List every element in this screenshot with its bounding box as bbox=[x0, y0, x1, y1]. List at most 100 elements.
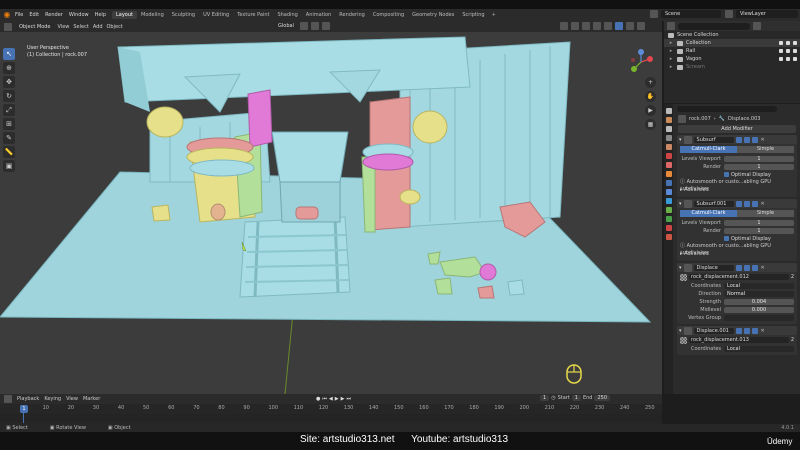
jump-start-icon[interactable]: ⏮ bbox=[322, 396, 327, 402]
render-toggle-icon[interactable] bbox=[751, 136, 758, 143]
mode-dropdown[interactable]: Object Mode bbox=[16, 22, 54, 31]
coordinates-dropdown[interactable]: Local bbox=[724, 282, 794, 289]
collapse-arrow-icon[interactable]: ▾ bbox=[679, 201, 682, 207]
zoom-icon[interactable]: + bbox=[645, 77, 656, 88]
filter-icon[interactable] bbox=[753, 22, 761, 30]
blender-logo-icon[interactable]: ◉ bbox=[2, 10, 12, 20]
properties-search-input[interactable] bbox=[677, 106, 777, 112]
render-levels-field[interactable]: 1 bbox=[724, 227, 794, 234]
camera-view-icon[interactable]: ▶ bbox=[645, 105, 656, 116]
view-layer-field[interactable]: ViewLayer bbox=[736, 10, 798, 18]
clock-icon[interactable]: ◷ bbox=[551, 395, 555, 401]
overlay-icon[interactable] bbox=[582, 22, 590, 30]
camera-icon[interactable] bbox=[793, 41, 797, 45]
modifiers-tab-icon[interactable] bbox=[665, 180, 672, 186]
data-tab-icon[interactable] bbox=[665, 216, 672, 222]
outliner-row-scene-collection[interactable]: Scene Collection bbox=[664, 31, 800, 39]
menu-help[interactable]: Help bbox=[95, 12, 106, 18]
modifier-header[interactable]: ▾ Subsurf.001 ✕ bbox=[677, 199, 797, 208]
texture-name-field[interactable]: rock_displacement.013 bbox=[689, 337, 789, 343]
texture-preview-icon[interactable] bbox=[680, 336, 687, 344]
next-key-icon[interactable]: ▶ bbox=[341, 396, 345, 402]
render-tab-icon[interactable] bbox=[665, 117, 672, 123]
optimal-display-row[interactable]: Optimal Display bbox=[724, 171, 794, 178]
select-box-icon[interactable]: ↖ bbox=[3, 48, 15, 60]
realtime-toggle-icon[interactable] bbox=[743, 200, 750, 207]
world-tab-icon[interactable] bbox=[665, 153, 672, 159]
annotate-icon[interactable]: ✎ bbox=[3, 132, 15, 144]
add-cube-icon[interactable]: ▣ bbox=[3, 160, 15, 172]
render-toggle-icon[interactable] bbox=[751, 200, 758, 207]
physics-tab-icon[interactable] bbox=[665, 198, 672, 204]
output-tab-icon[interactable] bbox=[665, 126, 672, 132]
realtime-toggle-icon[interactable] bbox=[743, 327, 750, 334]
frame-ruler[interactable]: 1102030405060708090100110120130140150160… bbox=[0, 405, 662, 413]
scene-name-field[interactable]: Scene bbox=[661, 10, 721, 18]
coordinates-dropdown[interactable]: Local bbox=[724, 345, 794, 352]
tab-sculpting[interactable]: Sculpting bbox=[168, 11, 199, 19]
close-icon[interactable]: ✕ bbox=[761, 265, 765, 271]
tab-uv-editing[interactable]: UV Editing bbox=[199, 11, 233, 19]
tab-compositing[interactable]: Compositing bbox=[369, 11, 408, 19]
expand-arrow-icon[interactable]: ▸ bbox=[668, 40, 674, 46]
material-shading-icon[interactable] bbox=[626, 22, 634, 30]
camera-icon[interactable] bbox=[793, 57, 797, 61]
modifier-name-field[interactable]: Displace.001 bbox=[693, 327, 734, 334]
simple-option[interactable]: Simple bbox=[737, 210, 794, 217]
cursor-icon[interactable]: ⊕ bbox=[3, 62, 15, 74]
wireframe-shading-icon[interactable] bbox=[604, 22, 612, 30]
rendered-shading-icon[interactable] bbox=[637, 22, 645, 30]
optimal-display-row[interactable]: Optimal Display bbox=[724, 235, 794, 242]
menu-add[interactable]: Add bbox=[93, 24, 103, 30]
menu-window[interactable]: Window bbox=[69, 12, 89, 18]
view-layer-tab-icon[interactable] bbox=[665, 135, 672, 141]
checkbox-icon[interactable] bbox=[779, 49, 783, 53]
tab-animation[interactable]: Animation bbox=[302, 11, 336, 19]
advanced-subpanel[interactable]: ▸ Advanced bbox=[680, 187, 794, 194]
timeline-track[interactable] bbox=[0, 414, 662, 422]
realtime-toggle-icon[interactable] bbox=[743, 136, 750, 143]
pivot-icon[interactable] bbox=[299, 22, 308, 30]
proportional-edit-icon[interactable] bbox=[321, 22, 330, 30]
realtime-toggle-icon[interactable] bbox=[743, 264, 750, 271]
object-tab-icon[interactable] bbox=[665, 171, 672, 177]
edit-mode-toggle-icon[interactable] bbox=[735, 136, 742, 143]
menu-view[interactable]: View bbox=[58, 24, 70, 30]
outliner-search-input[interactable] bbox=[678, 22, 750, 30]
material-tab-icon[interactable] bbox=[665, 225, 672, 231]
close-icon[interactable]: ✕ bbox=[761, 328, 765, 334]
xray-icon[interactable] bbox=[593, 22, 601, 30]
menu-render[interactable]: Render bbox=[45, 12, 63, 18]
add-modifier-button[interactable]: Add Modifier bbox=[678, 125, 796, 133]
3d-viewport[interactable]: Object Mode View Select Add Object Globa… bbox=[0, 21, 662, 394]
tab-rendering[interactable]: Rendering bbox=[335, 11, 369, 19]
editor-type-icon[interactable] bbox=[4, 395, 12, 403]
menu-select[interactable]: Select bbox=[73, 24, 88, 30]
collection-tab-icon[interactable] bbox=[665, 162, 672, 168]
gizmo-toggle-icon[interactable] bbox=[571, 22, 579, 30]
outliner-type-icon[interactable] bbox=[667, 22, 675, 30]
close-icon[interactable]: ✕ bbox=[761, 201, 765, 207]
playhead[interactable]: 1 bbox=[20, 405, 28, 413]
collapse-arrow-icon[interactable]: ▾ bbox=[679, 265, 682, 271]
start-frame-field[interactable]: 1 bbox=[571, 395, 581, 401]
expand-arrow-icon[interactable]: ▸ bbox=[668, 56, 674, 62]
edit-mode-toggle-icon[interactable] bbox=[735, 327, 742, 334]
collapse-arrow-icon[interactable]: ▾ bbox=[679, 137, 682, 143]
expand-arrow-icon[interactable]: ▸ bbox=[668, 48, 674, 54]
particles-tab-icon[interactable] bbox=[665, 189, 672, 195]
texture-name-field[interactable]: rock_displacement.012 bbox=[689, 274, 789, 280]
midlevel-field[interactable]: 0.000 bbox=[724, 306, 794, 313]
tab-scripting[interactable]: Scripting bbox=[458, 11, 488, 19]
navigation-gizmo[interactable] bbox=[628, 49, 654, 75]
edit-mode-toggle-icon[interactable] bbox=[735, 264, 742, 271]
texture-users-count[interactable]: 2 bbox=[791, 274, 794, 280]
catmull-clark-option[interactable]: Catmull-Clark bbox=[680, 146, 737, 153]
texture-users-count[interactable]: 2 bbox=[791, 337, 794, 343]
tab-modeling[interactable]: Modeling bbox=[137, 11, 168, 19]
eye-icon[interactable] bbox=[786, 57, 790, 61]
end-frame-field[interactable]: 250 bbox=[594, 395, 611, 401]
tab-shading[interactable]: Shading bbox=[273, 11, 301, 19]
add-workspace-icon[interactable]: + bbox=[492, 12, 496, 18]
edit-mode-toggle-icon[interactable] bbox=[735, 200, 742, 207]
